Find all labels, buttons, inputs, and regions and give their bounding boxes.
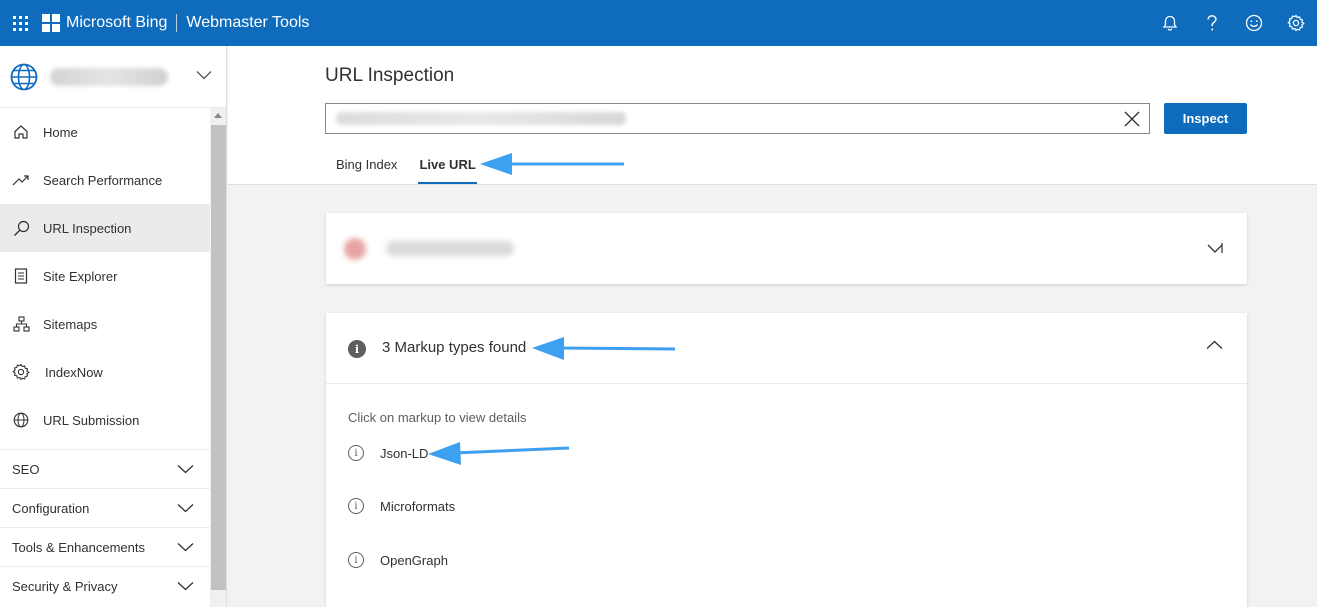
sidebar-item-sitemaps[interactable]: Sitemaps [0,300,210,348]
document-icon [14,268,28,284]
annotation-arrow-json-ld [428,442,570,465]
sidebar-item-indexnow[interactable]: IndexNow [0,348,210,396]
help-icon [1207,15,1217,31]
chevron-down-icon [177,582,194,591]
sidebar-group-security-privacy[interactable]: Security & Privacy [0,566,210,605]
status-icon-redacted [344,238,366,260]
sidebar-item-url-submission[interactable]: URL Submission [0,396,210,444]
sidebar-group-label: Security & Privacy [12,578,118,594]
sidebar: Home Search Performance URL Inspection S… [0,46,227,607]
microsoft-logo-icon [42,14,60,32]
markup-item-opengraph[interactable]: i OpenGraph [348,550,448,570]
feedback-button[interactable] [1233,0,1275,46]
help-button[interactable] [1191,0,1233,46]
sidebar-item-site-explorer[interactable]: Site Explorer [0,252,210,300]
info-outline-icon: i [348,498,364,514]
chevron-down-icon [177,465,194,474]
inspection-header: URL Inspection Inspect Bing Index Live U… [228,46,1317,185]
chevron-down-icon [177,504,194,513]
inspection-status-card[interactable] [326,213,1247,284]
markup-card-title: 3 Markup types found [382,339,527,356]
app-launcher-button[interactable] [0,0,38,46]
globe-icon [13,412,29,428]
markup-item-json-ld[interactable]: i Json-LD [348,443,428,463]
product-name[interactable]: Webmaster Tools [186,14,309,32]
header-divider [176,14,178,32]
sidebar-item-label: URL Submission [43,412,140,428]
annotation-arrow-markup-count [532,337,676,360]
sidebar-item-label: Home [43,124,78,140]
clear-icon[interactable] [1123,110,1141,128]
sidebar-item-label: IndexNow [45,364,103,380]
sidebar-item-label: Search Performance [43,172,163,188]
site-name-redacted [50,67,168,86]
sidebar-item-label: Site Explorer [43,268,118,284]
markup-item-label: Json-LD [380,445,429,461]
search-icon [13,220,29,236]
inspection-tabs: Bing Index Live URL [325,144,487,184]
notifications-button[interactable] [1149,0,1191,46]
sidebar-item-label: Sitemaps [43,316,98,332]
chevron-down-icon [196,71,212,80]
markup-card-header[interactable]: i 3 Markup types found [326,313,1247,384]
chevron-down-icon[interactable] [1207,240,1223,256]
url-input[interactable] [325,103,1150,134]
settings-gear-icon [1287,14,1305,32]
waffle-icon [12,15,28,31]
page-title: URL Inspection [325,65,455,86]
settings-button[interactable] [1275,0,1317,46]
scrollbar-thumb[interactable] [211,125,226,590]
markup-item-microformats[interactable]: i Microformats [348,496,455,516]
site-selector[interactable] [0,46,226,108]
chevron-up-icon[interactable] [1206,340,1223,350]
sidebar-item-url-inspection[interactable]: URL Inspection [0,204,210,252]
info-icon: i [348,340,366,358]
tab-bing-index[interactable]: Bing Index [325,144,408,184]
sidebar-item-home[interactable]: Home [0,108,210,156]
markup-item-label: Microformats [380,498,456,514]
top-bar: Microsoft Bing Webmaster Tools [0,0,1317,46]
brand-name[interactable]: Microsoft Bing [66,14,167,32]
sidebar-group-configuration[interactable]: Configuration [0,488,210,527]
home-icon [14,125,28,139]
sidebar-scrollbar[interactable] [210,108,226,607]
url-value-redacted [336,112,626,125]
sidebar-group-label: Configuration [12,500,90,516]
sitemap-icon [12,316,30,332]
markup-hint: Click on markup to view details [348,410,527,425]
sidebar-item-search-performance[interactable]: Search Performance [0,156,210,204]
sidebar-item-label: URL Inspection [43,220,132,236]
gear-icon [12,363,30,381]
status-text-redacted [386,241,514,256]
markup-item-label: OpenGraph [380,552,448,568]
info-outline-icon: i [348,445,364,461]
bell-icon [1162,15,1178,31]
sidebar-group-tools-enhancements[interactable]: Tools & Enhancements [0,527,210,566]
sidebar-group-seo[interactable]: SEO [0,449,210,488]
chevron-down-icon [177,543,194,552]
scroll-up-arrow-icon[interactable] [214,113,222,118]
inspect-button[interactable]: Inspect [1164,103,1247,134]
sidebar-group-label: Tools & Enhancements [12,539,145,555]
annotation-arrow-live-url [480,153,624,175]
info-outline-icon: i [348,552,364,568]
feedback-smiley-icon [1245,14,1263,32]
globe-icon [10,63,38,90]
sidebar-nav: Home Search Performance URL Inspection S… [0,108,210,605]
trend-icon [12,175,29,186]
sidebar-group-label: SEO [12,461,40,477]
